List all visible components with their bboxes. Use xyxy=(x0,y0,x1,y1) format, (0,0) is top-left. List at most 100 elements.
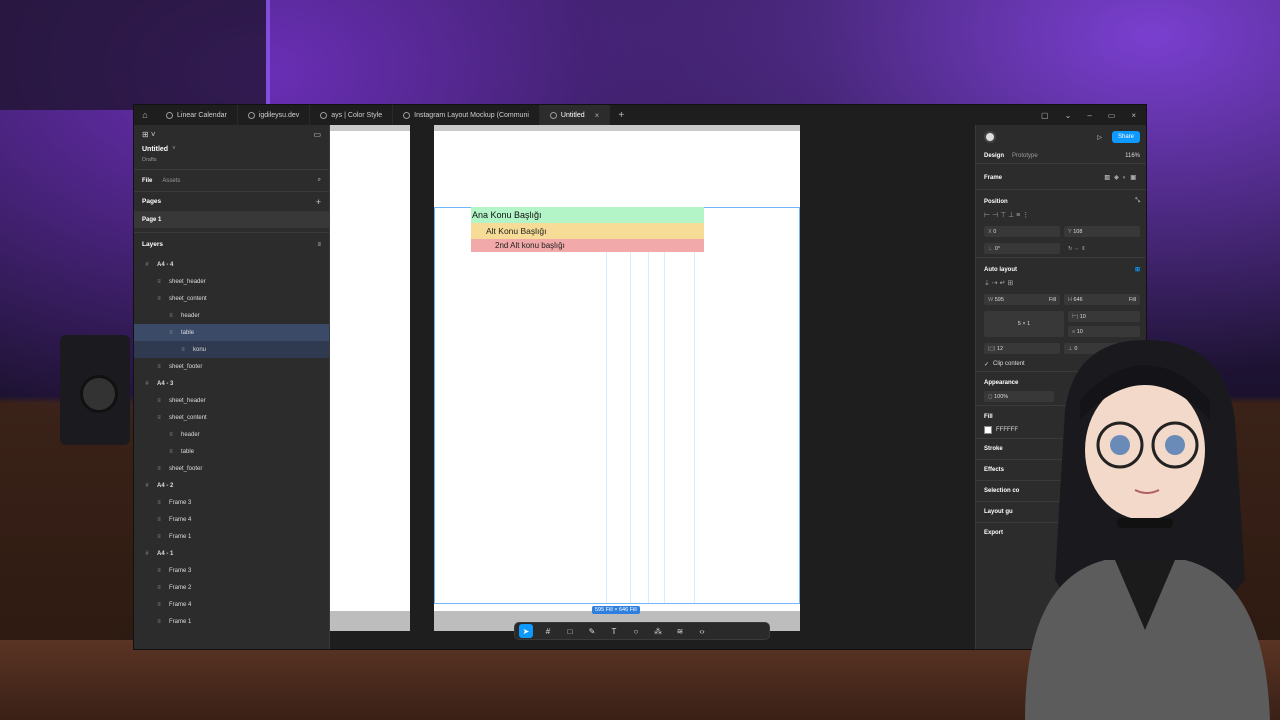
fill-value[interactable]: FFFFFF xyxy=(996,427,1018,433)
row-alt-konu[interactable]: Alt Konu Başlığı xyxy=(471,223,704,239)
frame-a4-3-preview[interactable] xyxy=(330,125,410,631)
auto-layout-icon: ≡ xyxy=(157,567,161,574)
notification-icon[interactable]: ▢ xyxy=(1041,111,1049,120)
opacity-field[interactable]: ◻ 100% xyxy=(984,391,1054,402)
alignment-icons[interactable]: ⊢ ⊣ ⊤ ⊥ ≡ ⋮ xyxy=(976,207,1146,223)
avatar[interactable] xyxy=(984,131,996,143)
layer-item[interactable]: ≡ sheet_footer xyxy=(134,460,329,477)
layers-options-icon[interactable]: ≡ xyxy=(317,242,321,248)
layer-label: Frame 3 xyxy=(169,499,192,506)
actions-tool-icon[interactable]: ⁂ xyxy=(651,624,665,638)
frame-options-icon[interactable]: ▥◈◐▣ xyxy=(1104,174,1140,181)
layer-item[interactable]: ≡ header xyxy=(134,426,329,443)
layer-item[interactable]: # A4 - 4 xyxy=(134,256,329,273)
layout-guide-heading[interactable]: Layout gu xyxy=(984,509,1013,515)
tab-design[interactable]: Design xyxy=(984,153,1004,159)
file-name[interactable]: Untitled xyxy=(142,146,168,153)
appearance-heading: Appearance xyxy=(984,380,1019,386)
fill-row[interactable]: FFFFFF xyxy=(976,422,1146,438)
flip-icons[interactable]: ↻ ⇔ ⇕ xyxy=(1064,243,1140,254)
dev-mode-tool-icon[interactable]: ‹› xyxy=(695,624,709,638)
clip-content-checkbox[interactable]: ✓ Clip content xyxy=(976,357,1146,371)
tab-igdileysu[interactable]: igdileysu.dev xyxy=(238,105,311,125)
layer-item[interactable]: ≡ header xyxy=(134,307,329,324)
width-field[interactable]: W 595 Fill xyxy=(984,294,1060,305)
export-heading[interactable]: Export xyxy=(984,530,1003,536)
layer-item[interactable]: ≡ Frame 3 xyxy=(134,494,329,511)
layer-item[interactable]: ≡ Frame 3 xyxy=(134,562,329,579)
layer-item[interactable]: ≡ sheet_footer xyxy=(134,358,329,375)
sidebar-toggle-icon[interactable]: ▭ xyxy=(313,130,321,139)
rectangle-tool-icon[interactable]: □ xyxy=(563,624,577,638)
frame-label[interactable]: Frame xyxy=(984,175,1002,181)
layer-item[interactable]: ≡ sheet_header xyxy=(134,392,329,409)
constraints-icon[interactable]: ⤡ xyxy=(1135,198,1140,205)
layer-label: sheet_header xyxy=(169,397,206,404)
gap-vertical-field[interactable]: ≡ 10 xyxy=(1068,326,1140,337)
home-icon[interactable]: ⌂ xyxy=(134,110,156,120)
layer-item[interactable]: ≡ sheet_content xyxy=(134,409,329,426)
tab-file[interactable]: File xyxy=(142,178,152,184)
chevron-down-icon[interactable]: ˅ xyxy=(172,146,176,152)
row-2nd-alt-konu[interactable]: 2nd Alt konu başlığı xyxy=(471,239,704,252)
row-ana-konu[interactable]: Ana Konu Başlığı xyxy=(471,207,704,223)
layer-label: A4 - 3 xyxy=(157,380,174,387)
file-icon xyxy=(247,111,255,119)
ui3-tool-icon[interactable]: ≋ xyxy=(673,624,687,638)
layer-item[interactable]: ≡ Frame 1 xyxy=(134,528,329,545)
tab-assets[interactable]: Assets xyxy=(162,178,180,184)
layer-label: header xyxy=(181,431,200,438)
tab-linear-calendar[interactable]: Linear Calendar xyxy=(156,105,238,125)
new-tab-icon[interactable]: + xyxy=(610,110,632,121)
padding-vertical-field[interactable]: ⊥ 0 xyxy=(1064,343,1140,354)
layer-item[interactable]: ≡ sheet_content xyxy=(134,290,329,307)
stroke-heading[interactable]: Stroke xyxy=(984,446,1003,452)
move-tool-icon[interactable]: ➤ xyxy=(519,624,533,638)
maximize-icon[interactable]: ▭ xyxy=(1108,111,1116,120)
layer-item[interactable]: # A4 - 1 xyxy=(134,545,329,562)
layer-item[interactable]: # A4 - 3 xyxy=(134,375,329,392)
selection-outline[interactable] xyxy=(434,207,800,604)
minimize-icon[interactable]: – xyxy=(1087,111,1091,120)
layer-item[interactable]: ≡ Frame 2 xyxy=(134,579,329,596)
layer-item[interactable]: ≡ konu xyxy=(134,341,329,358)
frame-tool-icon[interactable]: # xyxy=(541,624,555,638)
layer-item[interactable]: ≡ Frame 4 xyxy=(134,596,329,613)
tab-color-style[interactable]: ays | Color Style xyxy=(310,105,394,125)
padding-horizontal-field[interactable]: |◻| 12 xyxy=(984,343,1060,354)
layer-item[interactable]: ≡ table xyxy=(134,443,329,460)
close-tab-icon[interactable]: × xyxy=(595,111,600,120)
pen-tool-icon[interactable]: ✎ xyxy=(585,624,599,638)
figma-menu-icon[interactable]: ⊞ ˅ xyxy=(142,130,156,139)
text-tool-icon[interactable]: T xyxy=(607,624,621,638)
gap-horizontal-field[interactable]: ⊢| 10 xyxy=(1068,311,1140,322)
chevron-down-icon[interactable]: ⌄ xyxy=(1065,111,1072,120)
layer-item[interactable]: ≡ Frame 1 xyxy=(134,613,329,630)
alignment-grid[interactable]: 5 × 1 xyxy=(984,311,1064,337)
y-field[interactable]: Y 108 xyxy=(1064,226,1140,237)
layer-item[interactable]: ≡ table xyxy=(134,324,329,341)
layout-direction-icons[interactable]: ⇣ ⇢ ↵ ⊞ xyxy=(976,275,1146,291)
tab-prototype[interactable]: Prototype xyxy=(1012,153,1038,159)
close-icon[interactable]: × xyxy=(1131,111,1136,120)
auto-layout-icon[interactable]: ⊞ xyxy=(1135,266,1140,273)
rotation-field[interactable]: ∟ 0° xyxy=(984,243,1060,254)
add-page-icon[interactable]: + xyxy=(316,197,321,207)
canvas[interactable]: Ana Konu Başlığı Alt Konu Başlığı 2nd Al… xyxy=(330,125,975,649)
zoom-level[interactable]: 116% xyxy=(1125,153,1140,159)
tab-instagram-layout[interactable]: Instagram Layout Mockup (Communi xyxy=(393,105,540,125)
effects-heading[interactable]: Effects xyxy=(984,467,1004,473)
search-icon[interactable]: ⌕ xyxy=(318,177,321,184)
x-field[interactable]: X 0 xyxy=(984,226,1060,237)
comment-tool-icon[interactable]: ○ xyxy=(629,624,643,638)
layer-item[interactable]: # A4 - 2 xyxy=(134,477,329,494)
layer-label: konu xyxy=(193,346,207,353)
layer-item[interactable]: ≡ Frame 4 xyxy=(134,511,329,528)
present-icon[interactable]: ▷ xyxy=(1097,134,1102,141)
layer-item[interactable]: ≡ sheet_header xyxy=(134,273,329,290)
tab-untitled[interactable]: Untitled × xyxy=(539,105,611,125)
fill-swatch[interactable] xyxy=(984,426,992,434)
page-1[interactable]: Page 1 xyxy=(142,217,161,223)
share-button[interactable]: Share xyxy=(1111,131,1140,143)
height-field[interactable]: H 646 Fill xyxy=(1064,294,1140,305)
